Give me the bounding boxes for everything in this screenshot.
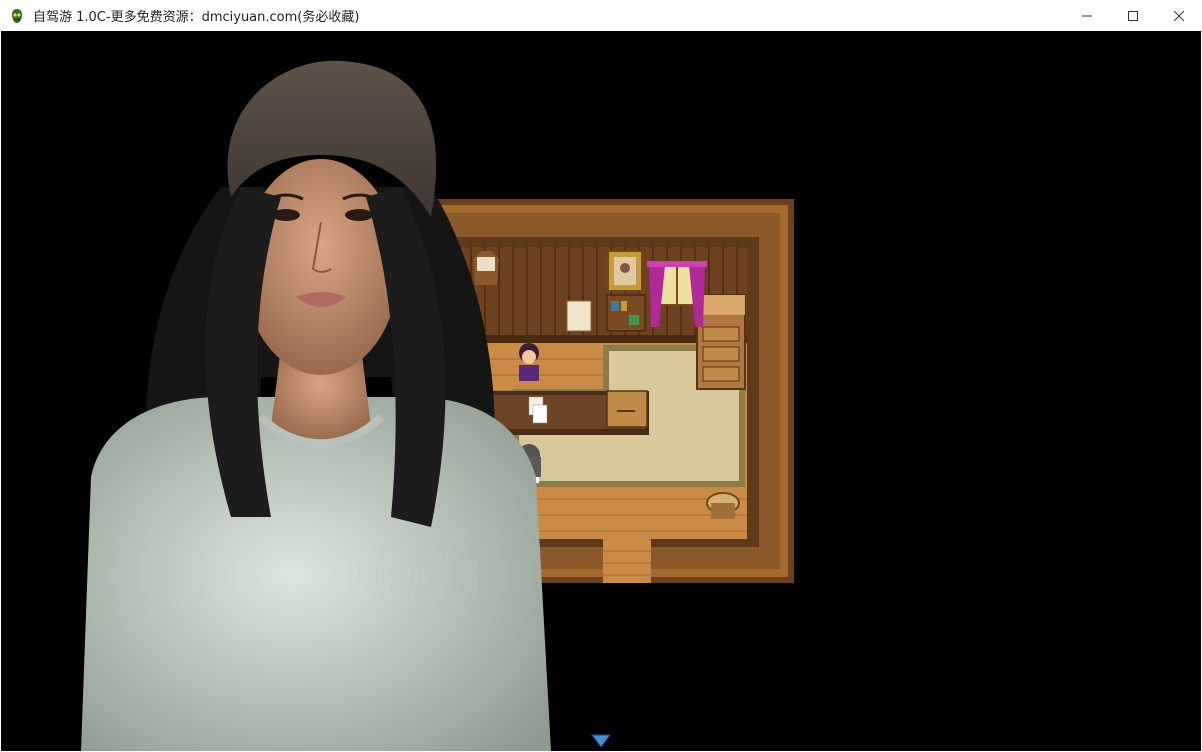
minimize-button[interactable] — [1064, 0, 1110, 31]
character-portrait — [81, 60, 551, 751]
close-button[interactable] — [1156, 0, 1202, 31]
message-advance-arrow-icon[interactable] — [591, 734, 611, 748]
maximize-button[interactable] — [1110, 0, 1156, 31]
window-controls — [1064, 0, 1202, 31]
window-title: 自驾游 1.0C-更多免费资源：dmciyuan.com(务必收藏) — [33, 10, 360, 25]
close-icon — [1174, 10, 1184, 21]
game-window: 自驾游 1.0C-更多免费资源：dmciyuan.com(务必收藏) — [0, 0, 1202, 752]
game-canvas[interactable] — [1, 31, 1201, 751]
title-bar[interactable]: 自驾游 1.0C-更多免费资源：dmciyuan.com(务必收藏) — [0, 0, 1202, 32]
maximize-icon — [1128, 10, 1138, 21]
app-icon — [9, 8, 25, 24]
minimize-icon — [1082, 15, 1092, 16]
